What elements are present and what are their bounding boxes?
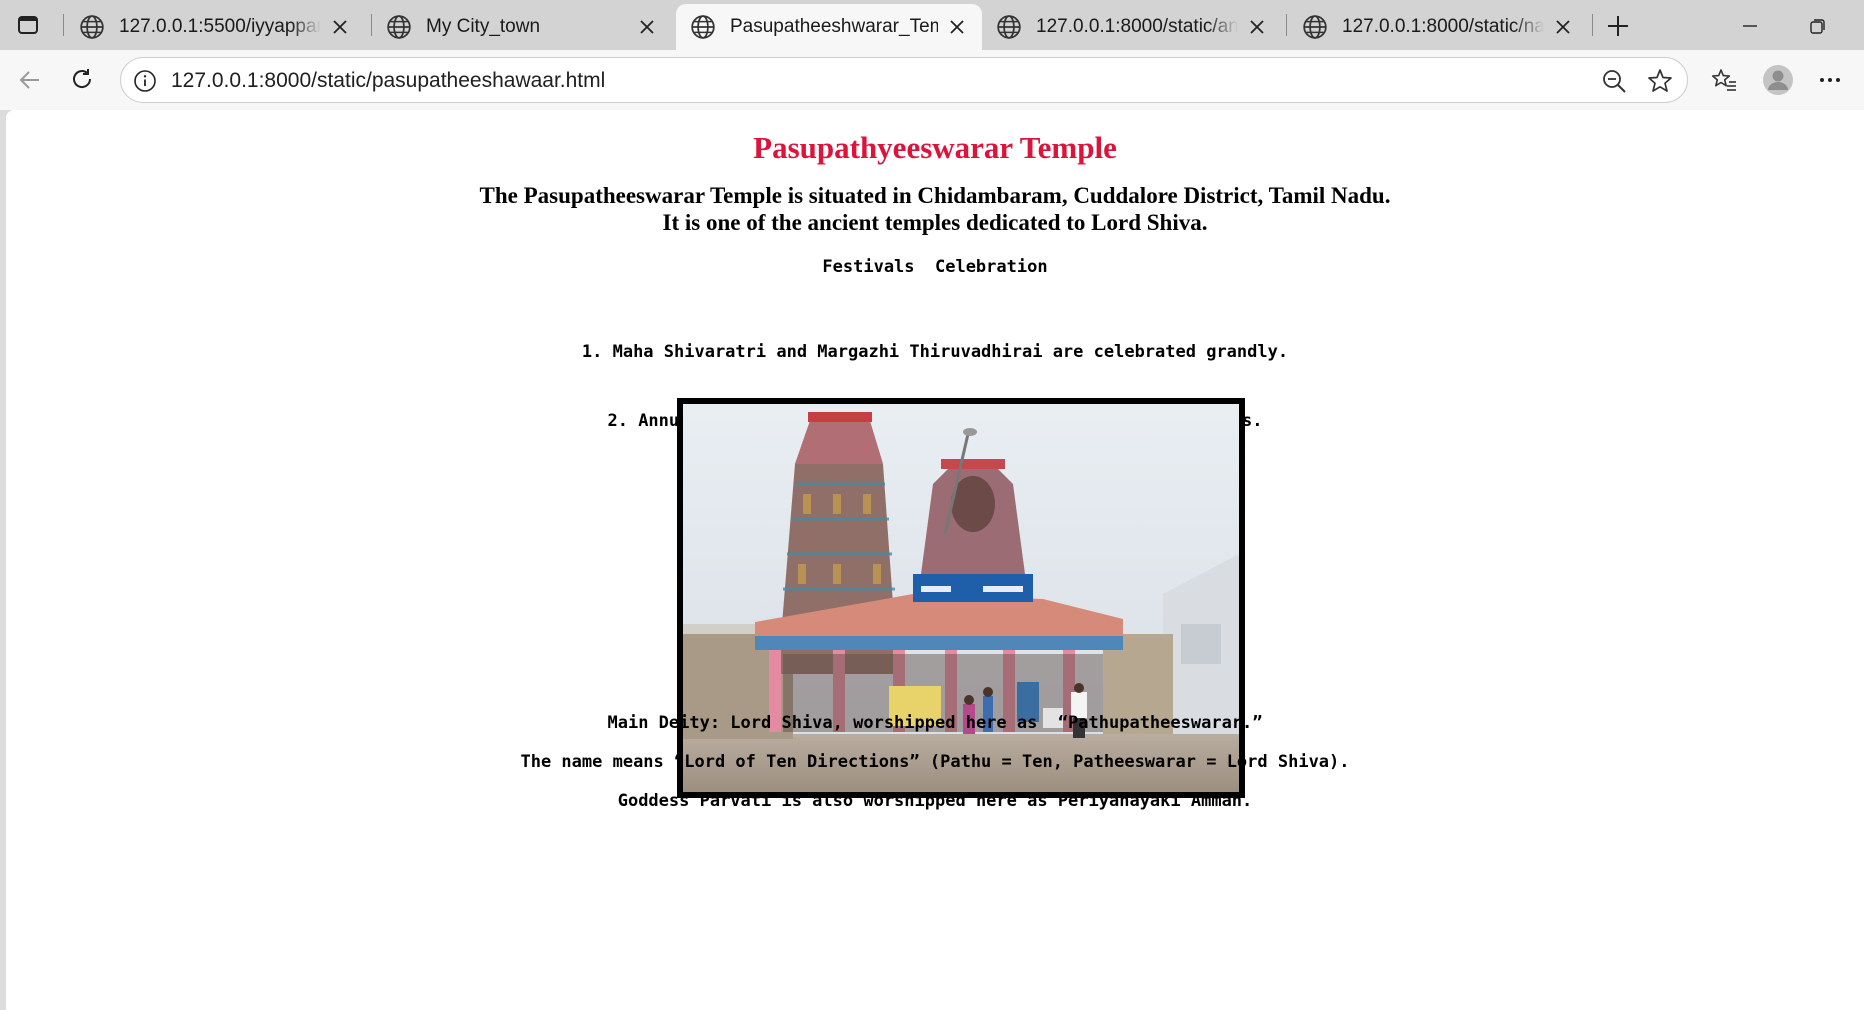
close-icon[interactable] <box>1246 16 1268 38</box>
tab-separator <box>1592 14 1593 36</box>
browser-toolbar: 127.0.0.1:8000/static/pasupatheeshawaar.… <box>0 50 1864 110</box>
tab-strip: 127.0.0.1:5500/iyyappan/m My City_town P… <box>0 0 1864 50</box>
globe-icon <box>1303 15 1327 39</box>
tab-title: 127.0.0.1:8000/static/annan <box>1036 16 1238 37</box>
plus-icon[interactable] <box>1602 10 1634 42</box>
tab-title: 127.0.0.1:5500/iyyappan/m <box>119 16 321 37</box>
page-title: Pasupathyeeswarar Temple <box>753 130 1117 165</box>
deity-text: Main Deity: Lord Shiva, worshipped here … <box>607 713 1263 733</box>
globe-icon <box>80 15 104 39</box>
minimize-icon[interactable] <box>1730 10 1770 42</box>
festivals-heading: Festivals Celebration <box>822 257 1048 277</box>
temple-photo <box>677 398 1245 798</box>
globe-icon <box>997 15 1021 39</box>
tab-separator <box>63 14 64 36</box>
tab-1[interactable]: 127.0.0.1:5500/iyyappan/m <box>65 4 365 50</box>
back-icon[interactable] <box>12 62 48 98</box>
close-icon[interactable] <box>329 16 351 38</box>
tab-2[interactable]: My City_town <box>372 4 672 50</box>
intro-text: The Pasupatheeswarar Temple is situated … <box>6 182 1864 236</box>
info-icon[interactable] <box>133 69 157 93</box>
intro-line: It is one of the ancient temples dedicat… <box>662 210 1208 235</box>
favorites-icon[interactable] <box>1707 63 1741 97</box>
address-bar[interactable]: 127.0.0.1:8000/static/pasupatheeshawaar.… <box>120 57 1688 103</box>
star-icon[interactable] <box>1646 67 1674 95</box>
intro-line: The Pasupatheeswarar Temple is situated … <box>479 183 1391 208</box>
globe-icon <box>387 15 411 39</box>
globe-icon <box>691 15 715 39</box>
tab-title: Pasupatheeshwarar_Temple <box>730 16 938 37</box>
more-icon[interactable] <box>1813 63 1847 97</box>
refresh-icon[interactable] <box>64 62 100 98</box>
close-icon[interactable] <box>946 16 968 38</box>
page-viewport: Pasupathyeeswarar Temple The Pasupathees… <box>6 110 1864 1010</box>
tab-title: 127.0.0.1:8000/static/natara <box>1342 16 1544 37</box>
goddess-text: Goddess Parvati is also worshipped here … <box>617 791 1253 811</box>
tab-5[interactable]: 127.0.0.1:8000/static/natara <box>1288 4 1588 50</box>
list-item: 1. Maha Shivaratri and Margazhi Thiruvad… <box>581 342 1289 362</box>
close-icon[interactable] <box>1552 16 1574 38</box>
address-url[interactable]: 127.0.0.1:8000/static/pasupatheeshawaar.… <box>171 69 605 93</box>
close-icon[interactable] <box>636 16 658 38</box>
profile-icon[interactable] <box>1761 63 1795 97</box>
tab-3-active[interactable]: Pasupatheeshwarar_Temple <box>676 4 982 50</box>
tab-title: My City_town <box>426 16 541 37</box>
tab-separator <box>1286 14 1287 36</box>
tab-actions-icon[interactable] <box>14 11 42 39</box>
zoom-out-icon[interactable] <box>1601 68 1627 94</box>
tab-4[interactable]: 127.0.0.1:8000/static/annan <box>982 4 1282 50</box>
name-meaning-text: The name means “Lord of Ten Directions” … <box>520 752 1350 772</box>
restore-icon[interactable] <box>1798 10 1838 42</box>
